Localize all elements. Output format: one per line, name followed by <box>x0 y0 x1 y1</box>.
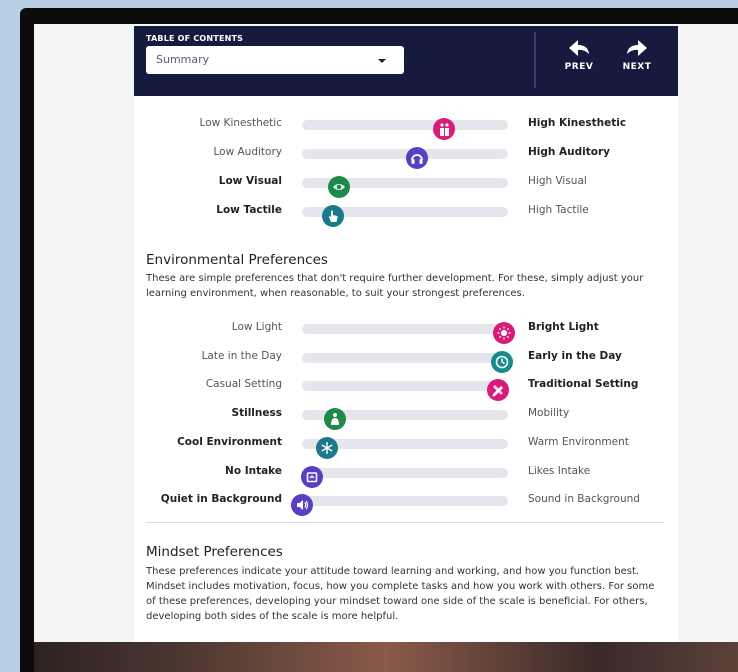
header-divider <box>534 32 536 88</box>
toc-label: TABLE OF CONTENTS <box>146 34 244 43</box>
environmental-title: Environmental Preferences <box>146 252 328 268</box>
prev-button[interactable]: PREV <box>554 38 604 84</box>
learning-scale-row: Low Kinesthetic High Kinesthetic <box>134 114 678 140</box>
scale-track <box>302 322 515 344</box>
environmental-scale-row: Casual Setting Traditional Setting <box>134 375 678 402</box>
pencil-ruler-icon <box>486 379 509 402</box>
scale-track <box>302 118 508 140</box>
clock-icon <box>490 350 513 373</box>
scale-right-label: Early in the Day <box>528 349 622 362</box>
environmental-scale-row: Low Light Bright Light <box>134 318 678 344</box>
scale-track <box>302 379 509 402</box>
learning-scale-row: Low Visual High Visual <box>134 172 678 198</box>
hand-icon <box>321 205 344 227</box>
scale-right-label: Traditional Setting <box>528 378 639 391</box>
cup-icon <box>301 465 324 488</box>
headphones-icon <box>406 147 429 169</box>
scale-track <box>302 176 508 198</box>
scale-left-label: Quiet in Background <box>160 493 282 506</box>
arrow-left-icon <box>569 40 589 56</box>
scale-right-label: Sound in Background <box>528 493 640 506</box>
environmental-scale-row: Cool Environment Warm Environment <box>134 433 678 459</box>
environmental-description: These are simple preferences that don't … <box>146 273 644 299</box>
kinesthetic-icon <box>433 118 456 140</box>
next-button[interactable]: NEXT <box>612 38 662 84</box>
scale-right-label: High Kinesthetic <box>528 117 627 129</box>
scale-track <box>302 205 508 227</box>
learning-scale-row: Low Tactile High Tactile <box>134 201 678 227</box>
scale-right-label: Mobility <box>528 407 570 420</box>
scale-track <box>291 494 508 517</box>
snowflake-icon <box>315 436 338 459</box>
scale-left-label: Low Light <box>231 321 282 333</box>
toc-selected-value: Summary <box>156 53 210 66</box>
speaker-icon <box>291 494 313 517</box>
report-panel: TABLE OF CONTENTS Summary PREV NEXT Low … <box>134 26 678 642</box>
toc-dropdown[interactable]: Summary <box>146 46 404 74</box>
mindset-description: These preferences indicate your attitude… <box>146 566 655 622</box>
scale-left-label: Low Tactile <box>216 204 282 216</box>
scale-track <box>301 465 508 488</box>
arrow-right-icon <box>627 40 647 56</box>
taskbar <box>34 642 738 672</box>
next-label: NEXT <box>622 62 652 72</box>
prev-label: PREV <box>564 62 594 72</box>
chevron-down-icon <box>378 59 386 63</box>
screen: TABLE OF CONTENTS Summary PREV NEXT Low … <box>34 24 738 642</box>
scale-right-label: High Visual <box>528 175 587 187</box>
scale-track <box>302 436 508 459</box>
scale-left-label: Late in the Day <box>201 349 282 362</box>
scale-track <box>302 147 508 169</box>
scale-left-label: No Intake <box>225 464 282 477</box>
scale-right-label: Bright Light <box>528 321 599 333</box>
scale-left-label: Low Visual <box>218 175 282 187</box>
mindset-title: Mindset Preferences <box>146 544 283 560</box>
scale-right-label: Likes Intake <box>528 464 591 477</box>
eye-icon <box>328 176 351 198</box>
environmental-scale-row: Quiet in Background Sound in Background <box>134 490 678 517</box>
scale-track <box>302 350 513 373</box>
environmental-scale-row: No Intake Likes Intake <box>134 462 678 488</box>
scale-right-label: High Auditory <box>528 146 611 158</box>
scale-left-label: Cool Environment <box>177 435 282 448</box>
scale-left-label: Stillness <box>231 407 282 420</box>
learning-scale-row: Low Auditory High Auditory <box>134 143 678 169</box>
scale-left-label: Low Auditory <box>213 146 282 158</box>
scale-left-label: Casual Setting <box>205 378 282 391</box>
sun-icon <box>492 322 515 344</box>
monitor-frame: TABLE OF CONTENTS Summary PREV NEXT Low … <box>20 8 738 672</box>
scale-right-label: Warm Environment <box>528 435 629 448</box>
scale-right-label: High Tactile <box>528 204 589 216</box>
environmental-scale-row: Stillness Mobility <box>134 404 678 431</box>
environmental-scale-row: Late in the Day Early in the Day <box>134 347 678 373</box>
scale-left-label: Low Kinesthetic <box>199 117 282 129</box>
scale-track <box>302 408 508 431</box>
person-icon <box>323 408 346 431</box>
section-divider <box>146 522 664 523</box>
report-header: TABLE OF CONTENTS Summary PREV NEXT <box>134 26 678 96</box>
